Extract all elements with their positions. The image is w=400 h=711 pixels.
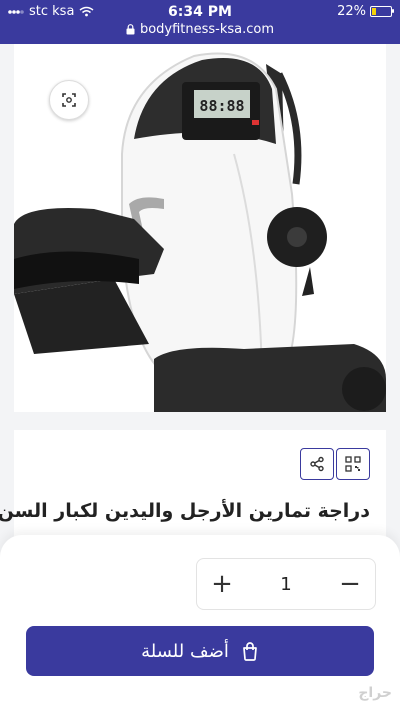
decrement-button[interactable]: − (325, 559, 375, 609)
product-image-card[interactable]: 88:88 (14, 44, 386, 412)
site-watermark: حراج (358, 685, 392, 701)
battery-area: 22% (337, 4, 394, 19)
qr-code-icon (345, 456, 361, 472)
zoom-button[interactable] (49, 80, 89, 120)
status-bar: stc ksa 6:34 PM 22% bodyfitness-ksa.com (0, 0, 400, 44)
address-bar[interactable]: bodyfitness-ksa.com (0, 22, 400, 37)
increment-button[interactable]: + (197, 559, 247, 609)
quantity-stepper: + 1 − (196, 558, 376, 610)
share-button[interactable] (300, 448, 334, 480)
product-info-section (14, 430, 386, 540)
zoom-icon (62, 93, 76, 107)
product-title: دراجة تمارين الأرجل واليدين لكبار السن (0, 500, 370, 522)
url-text: bodyfitness-ksa.com (139, 22, 275, 37)
lock-icon (126, 24, 135, 35)
quantity-value[interactable]: 1 (247, 574, 325, 595)
qr-code-button[interactable] (336, 448, 370, 480)
add-to-cart-button[interactable]: أضف للسلة (26, 626, 374, 676)
share-icon (310, 456, 324, 472)
shopping-bag-icon (243, 642, 257, 661)
display-readout: 88:88 (199, 97, 244, 115)
battery-icon (370, 6, 394, 17)
battery-percent: 22% (337, 4, 366, 19)
add-to-cart-label: أضف للسلة (141, 640, 229, 662)
